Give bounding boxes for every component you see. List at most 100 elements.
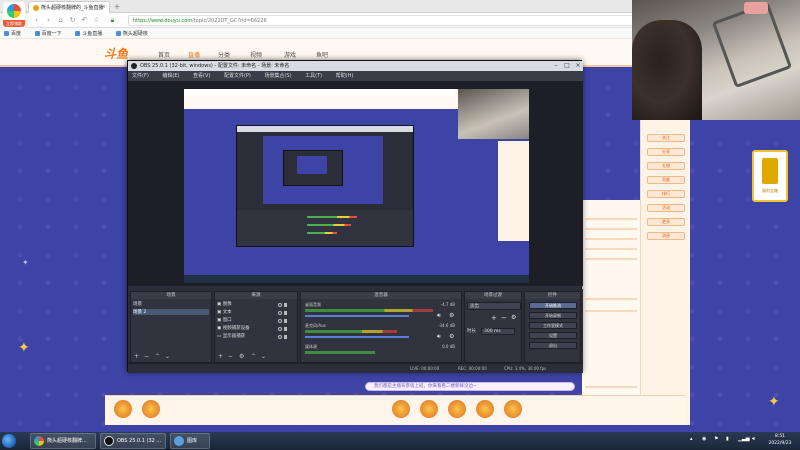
menu-file[interactable]: 文件(F) (132, 73, 149, 79)
tray-arrow-icon[interactable]: ▴ (690, 436, 693, 442)
webcam-feed (632, 0, 800, 120)
minimize-icon[interactable]: – (551, 61, 561, 71)
taskbar-clock[interactable]: 8:51 2022/9/23 (760, 433, 800, 449)
gift-button[interactable]: 礼物 (647, 162, 685, 170)
start-button-icon[interactable] (2, 434, 16, 448)
tray-volume-icon[interactable]: 🔊︎ (752, 436, 755, 442)
scene-up-icon[interactable]: ⌃ (155, 353, 160, 360)
visibility-eye-icon[interactable] (275, 326, 287, 333)
bookmark-item[interactable]: 百度一下 (34, 31, 62, 37)
address-bar[interactable]: https://www.douyu.com/topic/2022DT_GC?ri… (128, 15, 648, 26)
message-button[interactable]: 消息 (647, 232, 685, 240)
cpu-fps-readout: CPU: 3.4%, 30.00 fps (504, 366, 547, 371)
speaker-icon[interactable]: 🔊︎ (437, 312, 441, 320)
transition-gear-icon[interactable]: ⚙ (511, 314, 516, 321)
nav-category[interactable]: 分类 (218, 50, 230, 59)
scene-item-selected[interactable]: 场景 2 (133, 309, 209, 315)
menu-edit[interactable]: 编辑(E) (162, 73, 179, 79)
gift-item-icon[interactable] (142, 400, 160, 418)
source-item[interactable]: ▣ 图像 (217, 301, 232, 307)
bookmark-item[interactable]: 百度 (4, 31, 21, 37)
nav-video[interactable]: 视频 (250, 50, 262, 59)
studio-mode-button[interactable]: 工作室模式 (529, 322, 577, 329)
source-item[interactable]: ▣ 文本 (217, 309, 232, 315)
tray-battery-icon[interactable]: ▮ (726, 436, 729, 442)
bookmark-item[interactable]: 熊头超硬核 (115, 31, 148, 37)
tab-close-icon[interactable]: × (102, 4, 106, 10)
taskbar-obs[interactable]: OBS 25.0.1 (32 ... (100, 433, 166, 449)
start-streaming-button[interactable]: 开始推流 (529, 302, 577, 309)
source-down-icon[interactable]: ⌄ (261, 353, 266, 360)
scene-item[interactable]: 场景 (133, 301, 209, 307)
nav-home[interactable]: 首页 (158, 50, 170, 59)
taskbar-browser[interactable]: 熊头超硬核翻牌... (30, 433, 96, 449)
exit-button[interactable]: 退出 (529, 342, 577, 349)
speaker-icon[interactable]: 🔊︎ (437, 333, 441, 341)
follow-button[interactable]: 关注 (647, 134, 685, 142)
visibility-eye-icon[interactable] (275, 302, 287, 309)
gift-item-icon[interactable] (504, 400, 522, 418)
undo-icon[interactable]: ↶ (80, 16, 89, 25)
transition-select[interactable]: 淡出 (467, 302, 521, 310)
gift-item-icon[interactable] (392, 400, 410, 418)
mixer-gear-icon[interactable]: ⚙ (449, 312, 454, 319)
tray-network-icon[interactable]: ▁▃▅ (738, 436, 750, 442)
share-button[interactable]: 分享 (647, 148, 685, 156)
rank-button[interactable]: 排行 (647, 190, 685, 198)
duration-input[interactable]: 300 ms (481, 328, 515, 335)
gift-box-card[interactable]: 福利宝箱 (752, 150, 788, 202)
menu-scene-collection[interactable]: 场景集合(S) (264, 73, 291, 79)
mixer-volume-slider[interactable] (305, 336, 409, 338)
source-item[interactable]: ▣ 视频捕获设备 (217, 325, 250, 331)
gift-item-icon[interactable] (114, 400, 132, 418)
close-icon[interactable]: × (573, 61, 583, 71)
home-icon[interactable]: ⌂ (56, 16, 65, 25)
browser-logo[interactable]: 立即领取 (3, 2, 25, 28)
url-path: /topic/2022DT_GC?rid=66226 (192, 18, 267, 24)
back-icon[interactable]: ‹ (32, 16, 41, 25)
remove-scene-icon[interactable]: − (144, 353, 149, 360)
maximize-icon[interactable]: □ (562, 61, 572, 71)
mixer-volume-slider[interactable] (305, 315, 409, 317)
menu-tools[interactable]: 工具(T) (305, 73, 322, 79)
activity-button[interactable]: 活动 (647, 204, 685, 212)
settings-button[interactable]: 设置 (529, 332, 577, 339)
browser-tab[interactable]: 熊头超硬核翻牌的_斗鱼直播 × (28, 1, 110, 13)
more-button[interactable]: 更多 (647, 218, 685, 226)
visibility-eye-icon[interactable] (275, 318, 287, 325)
source-up-icon[interactable]: ⌃ (251, 353, 256, 360)
douyu-logo[interactable]: 斗鱼 (104, 45, 138, 61)
menu-view[interactable]: 查看(V) (193, 73, 210, 79)
obs-app-icon (131, 63, 137, 69)
menu-help[interactable]: 帮助(H) (336, 73, 354, 79)
tray-app-icon[interactable]: ◉ (702, 436, 706, 442)
taskbar-gallery[interactable]: 图库 (170, 433, 210, 449)
visibility-eye-icon[interactable] (275, 334, 287, 341)
menu-profile[interactable]: 配置文件(P) (224, 73, 251, 79)
add-transition-icon[interactable]: + (491, 314, 497, 322)
nav-yuba[interactable]: 鱼吧 (316, 50, 328, 59)
bookmark-item[interactable]: 斗鱼直播 (75, 31, 102, 37)
visibility-eye-icon[interactable] (275, 310, 287, 317)
forward-icon[interactable]: › (44, 16, 53, 25)
gift-item-icon[interactable] (476, 400, 494, 418)
mixer-gear-icon[interactable]: ⚙ (449, 333, 454, 340)
scene-down-icon[interactable]: ⌄ (165, 353, 170, 360)
start-recording-button[interactable]: 开始录制 (529, 312, 577, 319)
nav-game[interactable]: 游戏 (284, 50, 296, 59)
contribute-button[interactable]: 贡献 (647, 176, 685, 184)
favorite-icon[interactable]: ☆ (92, 16, 101, 25)
refresh-icon[interactable]: ↻ (68, 16, 77, 25)
add-scene-icon[interactable]: + (134, 353, 139, 360)
remove-source-icon[interactable]: − (228, 353, 233, 360)
new-tab-button[interactable]: + (112, 2, 122, 12)
nav-live[interactable]: 直播 (188, 50, 200, 59)
tray-flag-icon[interactable]: ⚑ (714, 436, 718, 442)
gift-item-icon[interactable] (420, 400, 438, 418)
gift-item-icon[interactable] (448, 400, 466, 418)
source-item[interactable]: ▭ 显示器捕获 (217, 333, 245, 339)
source-item[interactable]: ▣ 窗口 (217, 317, 232, 323)
remove-transition-icon[interactable]: − (501, 314, 507, 322)
add-source-icon[interactable]: + (218, 353, 223, 360)
source-settings-gear-icon[interactable]: ⚙ (239, 353, 244, 360)
